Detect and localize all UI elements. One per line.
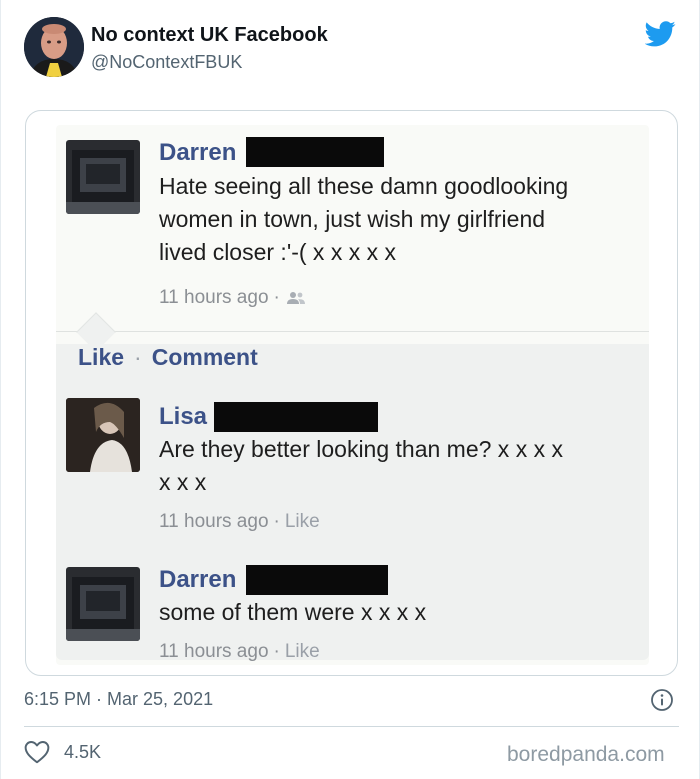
tweet-timestamp[interactable]: 6:15 PM · Mar 25, 2021	[24, 689, 213, 710]
avatar-image	[24, 17, 84, 77]
meta-separator: ·	[273, 511, 280, 532]
avatar[interactable]	[24, 17, 84, 77]
tweet-header: No context UK Facebook @NoContextFBUK	[24, 17, 679, 79]
post-actions: Like · Comment	[78, 344, 258, 371]
comment-text-line: Are they better looking than me? x x x x	[159, 436, 563, 462]
post-text-line: Hate seeing all these damn goodlooking	[159, 173, 569, 199]
tweet-card: No context UK Facebook @NoContextFBUK Da…	[0, 0, 700, 779]
comment-time: 11 hours ago	[159, 511, 269, 532]
redaction-bar	[246, 137, 384, 167]
like-link: Like	[78, 344, 125, 370]
watermark: boredpanda.com	[507, 743, 665, 766]
like-row[interactable]: 4.5K	[24, 739, 101, 765]
redaction-bar	[246, 565, 388, 595]
comment-like-link: Like	[284, 641, 320, 662]
comment-meta: 11 hours ago · Like	[159, 511, 320, 533]
comment-author-name: Lisa	[159, 403, 208, 430]
comment-author-avatar	[66, 567, 140, 641]
post-author-avatar	[66, 140, 140, 214]
tweet-media-screenshot[interactable]: Darren Hate seeing all these damn goodlo…	[25, 110, 678, 676]
post-time: 11 hours ago	[159, 287, 269, 308]
divider	[56, 331, 649, 332]
post-text-line: lived closer :'-( x x x x x	[159, 239, 396, 265]
comment-meta: 11 hours ago · Like	[159, 641, 320, 663]
action-separator: ·	[134, 344, 142, 370]
twitter-bird-icon[interactable]	[645, 21, 676, 47]
author-handle[interactable]: @NoContextFBUK	[91, 52, 242, 73]
comment-text-line: some of them were x x x x	[159, 599, 427, 625]
author-name[interactable]: No context UK Facebook	[91, 24, 328, 47]
redaction-bar	[214, 402, 378, 432]
meta-separator: ·	[273, 641, 280, 662]
heart-icon[interactable]	[24, 740, 50, 764]
friends-icon	[286, 291, 305, 304]
comment-link: Comment	[151, 344, 258, 370]
meta-separator: ·	[273, 287, 280, 308]
comment-author-avatar	[66, 398, 140, 472]
post-text-line: women in town, just wish my girlfriend	[159, 206, 546, 232]
comment-like-link: Like	[284, 511, 320, 532]
post-meta: 11 hours ago ·	[159, 287, 305, 309]
comment-text-line: x x x	[159, 469, 207, 495]
like-count: 4.5K	[64, 741, 102, 762]
comment-author-name: Darren	[159, 566, 237, 593]
info-icon[interactable]	[650, 688, 674, 712]
divider	[24, 726, 679, 727]
post-author-name: Darren	[159, 139, 237, 166]
comment-time: 11 hours ago	[159, 641, 269, 662]
